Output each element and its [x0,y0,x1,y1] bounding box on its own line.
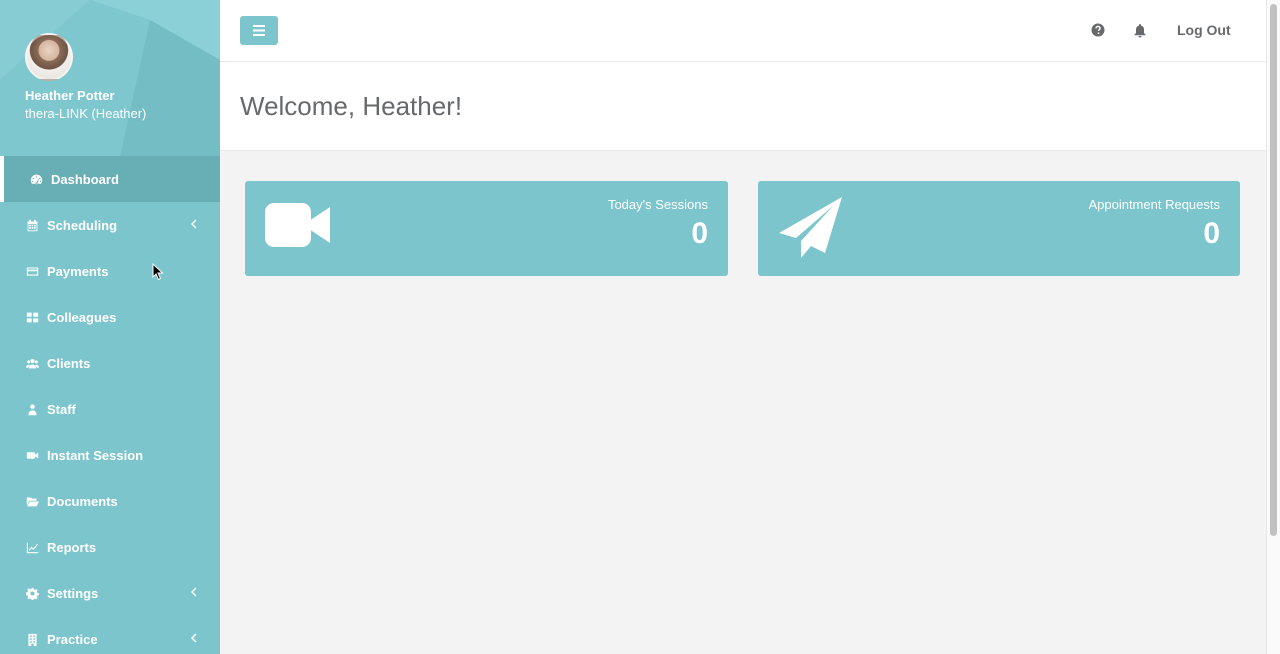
hamburger-icon [253,25,265,36]
sidebar-item-label: Practice [47,631,98,647]
sidebar-item-label: Scheduling [47,217,118,233]
sidebar-item-scheduling[interactable]: Scheduling [0,202,220,248]
staff-icon [25,402,39,416]
sidebar-item-clients[interactable]: Clients [0,340,220,386]
mouse-pointer-icon [152,263,164,281]
page-heading: Welcome, Heather! [220,62,1266,151]
sidebar-item-reports[interactable]: Reports [0,524,220,570]
scrollbar-thumb[interactable] [1270,4,1277,536]
card-label: Today's Sessions [607,197,708,212]
grid-icon [25,310,39,324]
sidebar-nav: Dashboard Scheduling Payments Colleagues [0,156,220,654]
sidebar-item-documents[interactable]: Documents [0,478,220,524]
sidebar-item-colleagues[interactable]: Colleagues [0,294,220,340]
page-scrollbar[interactable] [1266,0,1280,654]
card-label: Appointment Requests [1088,197,1220,212]
chevron-left-icon[interactable] [190,586,200,600]
line-chart-icon [25,540,39,554]
sidebar-item-practice[interactable]: Practice [0,616,220,654]
avatar[interactable] [25,33,73,81]
folder-open-icon [25,494,39,508]
dashboard-icon [29,172,43,186]
chevron-left-icon[interactable] [190,218,200,232]
profile-organization: thera-LINK (Heather) [25,106,147,121]
page-title: Welcome, Heather! [240,91,463,121]
menu-toggle-button[interactable] [240,16,278,45]
video-camera-icon [265,203,330,247]
bell-icon[interactable] [1133,23,1147,38]
question-circle-icon[interactable] [1091,23,1105,37]
logout-link[interactable]: Log Out [1177,22,1231,38]
sidebar-item-settings[interactable]: Settings [0,570,220,616]
calendar-icon [25,218,39,232]
sidebar-item-label: Instant Session [47,447,144,463]
card-value: 0 [691,217,708,250]
sidebar: Heather Potter thera-LINK (Heather) Dash… [0,0,220,654]
top-navbar: Log Out [220,0,1266,62]
users-icon [25,356,39,370]
user-profile[interactable]: Heather Potter thera-LINK (Heather) [0,0,220,156]
sidebar-item-payments[interactable]: Payments [0,248,220,294]
video-camera-icon [25,448,39,462]
todays-sessions-card[interactable]: Today's Sessions 0 [245,181,728,276]
sidebar-item-label: Staff [47,401,76,417]
paper-plane-icon [779,197,842,258]
chevron-left-icon[interactable] [190,632,200,646]
sidebar-item-label: Settings [47,585,99,601]
appointment-requests-card[interactable]: Appointment Requests 0 [758,181,1240,276]
sidebar-item-label: Reports [47,539,97,555]
sidebar-item-staff[interactable]: Staff [0,386,220,432]
credit-card-icon [25,264,39,278]
sidebar-item-dashboard[interactable]: Dashboard [0,156,220,202]
sidebar-item-label: Payments [47,263,109,279]
sidebar-item-label: Clients [47,355,91,371]
card-value: 0 [1203,217,1220,250]
sidebar-item-label: Documents [47,493,118,509]
sidebar-item-label: Colleagues [47,309,117,325]
building-icon [25,632,39,646]
sidebar-item-label: Dashboard [51,171,119,187]
profile-name: Heather Potter [25,88,115,103]
gear-icon [25,586,39,600]
sidebar-item-instant-session[interactable]: Instant Session [0,432,220,478]
